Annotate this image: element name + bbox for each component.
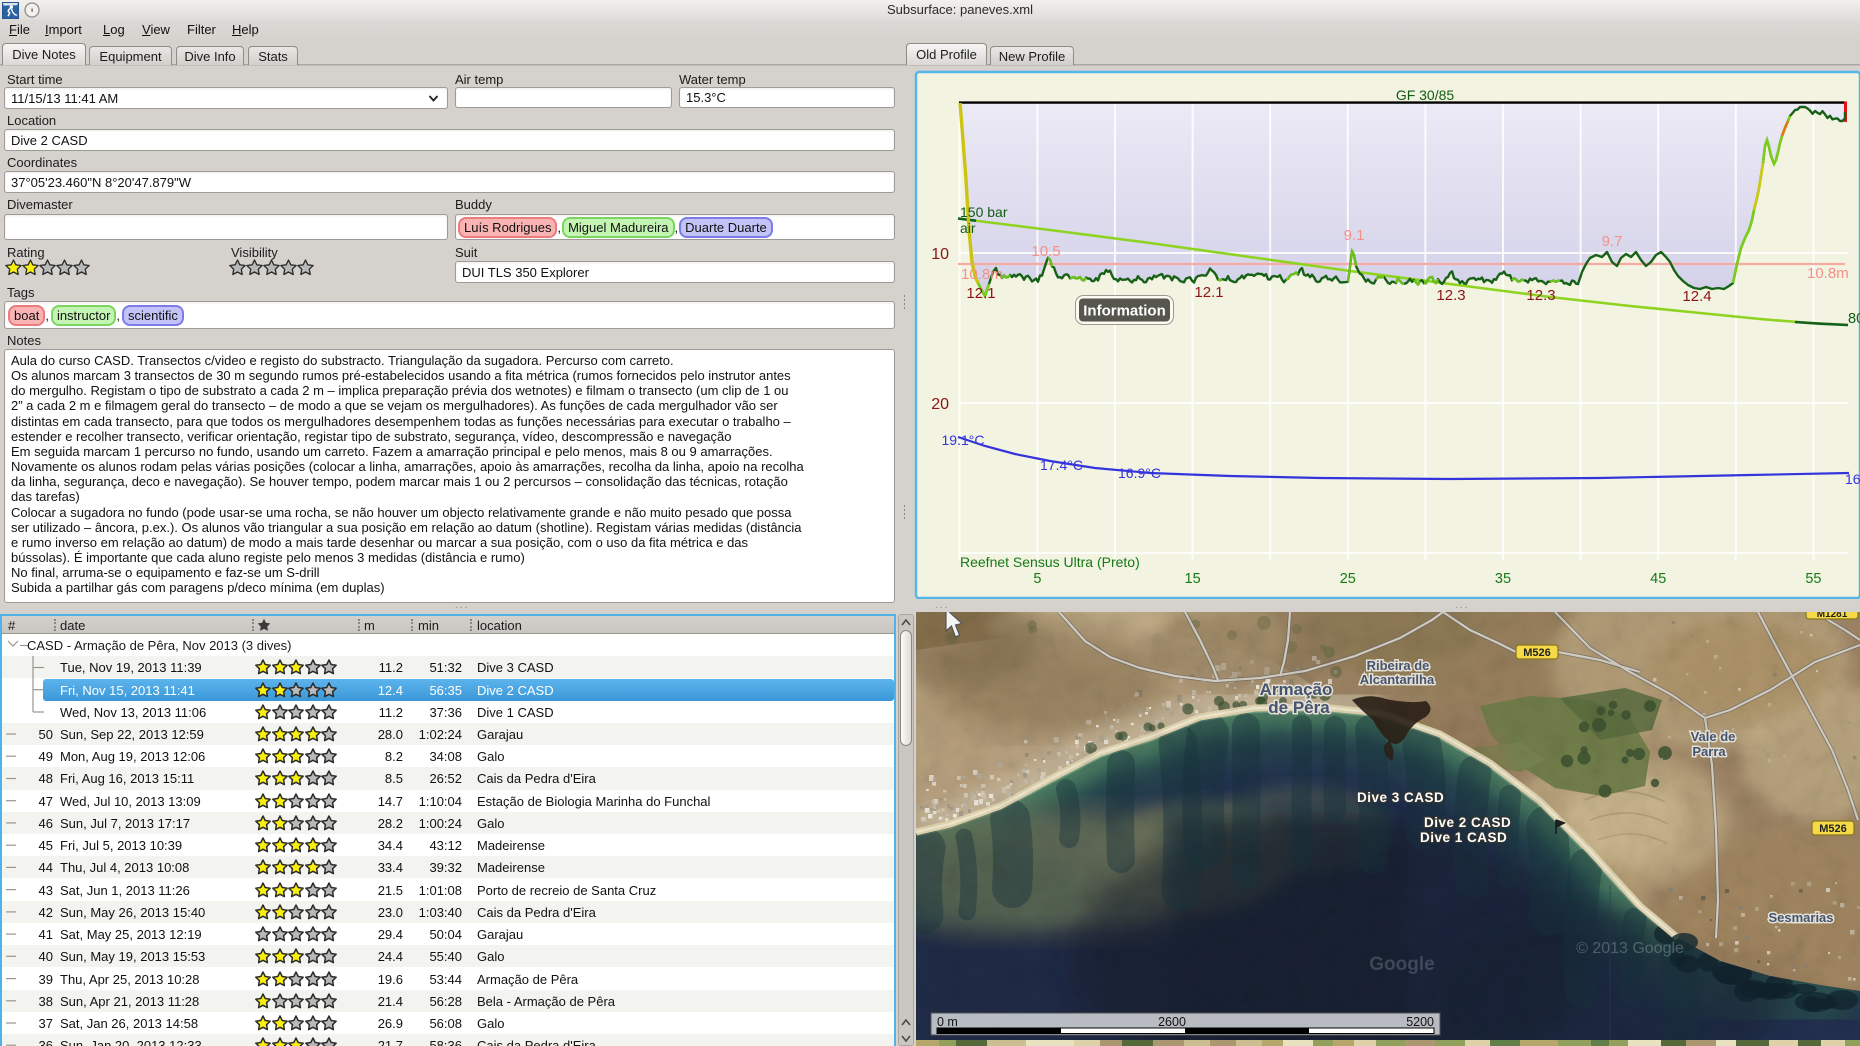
- svg-text:35: 35: [1495, 571, 1511, 587]
- svg-text:80: 80: [1848, 311, 1860, 327]
- svg-text:© 2013 Google: © 2013 Google: [1576, 940, 1684, 957]
- svg-text:Armação: Armação: [1260, 680, 1333, 699]
- svg-text:Vale de: Vale de: [1691, 729, 1736, 744]
- svg-text:GF 30/85: GF 30/85: [1396, 87, 1455, 103]
- svg-text:5: 5: [1033, 571, 1041, 587]
- svg-text:Sesmarias: Sesmarias: [1768, 910, 1833, 925]
- svg-text:2600: 2600: [1158, 1015, 1186, 1029]
- svg-text:Alcantarilha: Alcantarilha: [1360, 672, 1435, 687]
- svg-text:17.4°C: 17.4°C: [1040, 457, 1083, 473]
- svg-text:de Pêra: de Pêra: [1268, 698, 1330, 717]
- svg-text:5200: 5200: [1406, 1015, 1434, 1029]
- svg-text:Dive 1 CASD: Dive 1 CASD: [1420, 830, 1507, 845]
- svg-text:air: air: [960, 220, 976, 236]
- svg-text:M1281: M1281: [1817, 612, 1848, 620]
- svg-text:15: 15: [1185, 571, 1201, 587]
- svg-text:45: 45: [1650, 571, 1666, 587]
- svg-text:12.3: 12.3: [1436, 287, 1465, 304]
- svg-text:Reefnet Sensus Ultra (Preto): Reefnet Sensus Ultra (Preto): [960, 554, 1140, 570]
- svg-text:16.9°C: 16.9°C: [1118, 465, 1161, 481]
- svg-text:16: 16: [1845, 471, 1860, 487]
- svg-text:10.5: 10.5: [1031, 243, 1060, 260]
- svg-text:12.1: 12.1: [1194, 284, 1223, 301]
- svg-text:19.1°C: 19.1°C: [942, 432, 985, 448]
- svg-text:10: 10: [931, 246, 949, 263]
- svg-text:Ribeira de: Ribeira de: [1367, 658, 1430, 673]
- svg-text:10.8m: 10.8m: [1807, 265, 1849, 282]
- svg-text:12.1: 12.1: [966, 285, 995, 302]
- svg-text:9.1: 9.1: [1344, 227, 1365, 244]
- svg-text:Dive 2 CASD: Dive 2 CASD: [1424, 815, 1511, 830]
- svg-text:10.8m: 10.8m: [961, 266, 1003, 283]
- svg-text:Parra: Parra: [1692, 744, 1726, 759]
- svg-text:Google: Google: [1369, 954, 1434, 975]
- svg-text:M526: M526: [1819, 823, 1847, 835]
- svg-text:20: 20: [931, 396, 949, 413]
- svg-text:9.7: 9.7: [1602, 233, 1623, 250]
- svg-text:Dive 3 CASD: Dive 3 CASD: [1357, 790, 1444, 805]
- svg-text:12.3: 12.3: [1526, 287, 1555, 304]
- svg-text:M526: M526: [1523, 647, 1551, 659]
- svg-text:55: 55: [1805, 571, 1821, 587]
- svg-text:0 m: 0 m: [937, 1015, 958, 1029]
- svg-text:150 bar: 150 bar: [960, 204, 1008, 220]
- svg-text:Information: Information: [1083, 303, 1166, 320]
- svg-text:25: 25: [1340, 571, 1356, 587]
- svg-text:12.4: 12.4: [1682, 288, 1711, 305]
